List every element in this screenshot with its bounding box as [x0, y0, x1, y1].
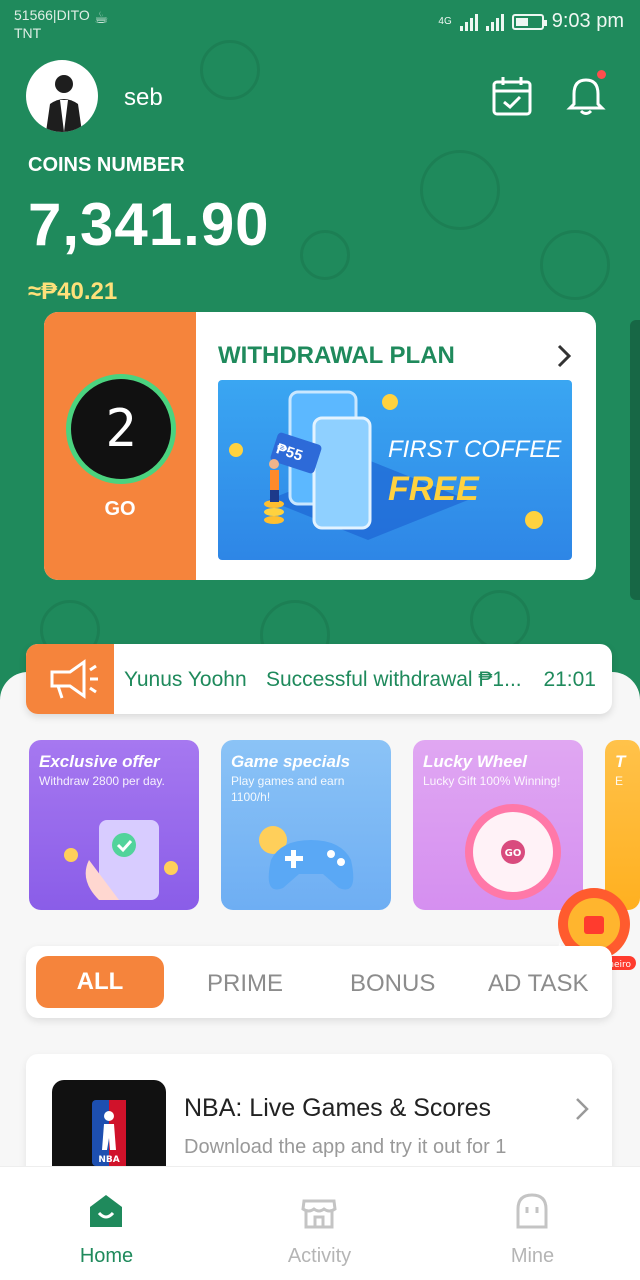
coins-label: COINS NUMBER	[28, 154, 185, 176]
doodle-decoration	[200, 40, 260, 100]
signal-icon	[459, 13, 478, 31]
withdrawal-ticker: Yunus Yoohn Successful withdrawal ₱1... …	[26, 644, 612, 714]
nav-label: Mine	[510, 1245, 555, 1267]
profile-face-icon	[516, 1193, 548, 1229]
countdown-panel[interactable]: 2 GO	[44, 312, 196, 580]
avatar[interactable]	[26, 60, 98, 132]
promo-title: Exclusive offer	[39, 752, 160, 771]
promo-card-game-specials[interactable]: Game specials Play games and earn 1100/h…	[221, 740, 391, 910]
wheel-center-label: GO	[505, 848, 522, 859]
withdrawal-plan-title: WITHDRAWAL PLAN	[218, 342, 455, 369]
doodle-decoration	[470, 590, 530, 650]
lucky-wheel-icon: GO	[465, 804, 561, 900]
username: seb	[124, 84, 163, 111]
home-icon	[90, 1195, 122, 1227]
ticker-message: Successful withdrawal ₱1...	[266, 668, 522, 691]
banner-line1: FIRST COFFEE	[388, 436, 562, 463]
tab-prime[interactable]: PRIME	[207, 970, 283, 998]
first-coffee-banner[interactable]: ₱55 FIRST COFFEE FREE	[218, 380, 572, 560]
notification-dot	[597, 70, 606, 79]
withdrawal-plan-card[interactable]: 2 GO WITHDRAWAL PLAN ₱55 FIRST COFFEE FR…	[44, 312, 596, 580]
countdown-timer: 2	[66, 374, 176, 484]
megaphone-panel	[26, 644, 114, 714]
nav-mine[interactable]: Mine	[426, 1167, 639, 1280]
status-bar: 51566|DITO TNT ☕ 4G 9:03 pm	[14, 4, 626, 44]
battery-icon	[511, 13, 547, 30]
megaphone-icon	[50, 659, 98, 699]
tab-bonus[interactable]: BONUS	[350, 970, 435, 998]
network-label: 4G	[438, 16, 452, 27]
promo-title: Game specials	[231, 752, 351, 771]
signal-icon	[485, 13, 504, 31]
app-icon-label: NBA	[98, 1155, 119, 1165]
doodle-decoration	[300, 230, 350, 280]
banner-line2: FREE	[388, 470, 479, 508]
tab-all[interactable]: ALL	[36, 956, 164, 1008]
tab-ad-task[interactable]: AD TASK	[488, 970, 588, 998]
notification-bell-icon[interactable]	[564, 70, 608, 118]
carrier-info: 51566|DITO TNT	[14, 6, 90, 42]
chevron-right-icon[interactable]	[574, 1096, 590, 1122]
promo-card-exclusive-offer[interactable]: Exclusive offer Withdraw 2800 per day.	[29, 740, 199, 910]
app-title: NBA: Live Games & Scores	[184, 1094, 492, 1122]
category-tabs: ALL PRIME BONUS AD TASK	[26, 946, 612, 1018]
doodle-decoration	[420, 150, 500, 230]
promo-subtitle: Withdraw 2800 per day.	[39, 774, 165, 788]
carrier-line2: TNT	[14, 25, 42, 41]
edge-shadow	[630, 320, 640, 600]
calendar-icon[interactable]	[490, 74, 534, 118]
ticker-username: Yunus Yoohn	[124, 668, 247, 691]
doodle-decoration	[540, 230, 610, 300]
carrier-line1: 51566|DITO	[14, 7, 90, 23]
chevron-right-icon[interactable]	[554, 342, 574, 370]
bottom-navigation: Home Activity Mine	[0, 1166, 640, 1280]
game-controller-icon	[259, 826, 354, 890]
promo-subtitle: E	[615, 774, 624, 788]
coins-value: 7,341.90	[28, 191, 270, 258]
cash-receipt-icon	[64, 820, 178, 900]
promo-subtitle: Lucky Gift 100% Winning!	[423, 774, 561, 788]
promo-title: Lucky Wheel	[423, 752, 527, 771]
ticker-time: 21:01	[543, 668, 596, 691]
status-right: 4G 9:03 pm	[438, 10, 624, 33]
coins-fiat-value: ≈₱40.21	[28, 278, 118, 305]
status-time: 9:03 pm	[551, 10, 624, 32]
nav-label: Activity	[287, 1245, 352, 1267]
cup-icon: ☕	[94, 10, 109, 27]
store-icon	[301, 1199, 337, 1229]
promo-title: T	[615, 752, 626, 771]
app-description: Download the app and try it out for 1	[184, 1136, 507, 1158]
nav-home[interactable]: Home	[0, 1167, 213, 1280]
nav-activity[interactable]: Activity	[213, 1167, 426, 1280]
go-label[interactable]: GO	[44, 498, 196, 521]
nav-label: Home	[79, 1245, 134, 1267]
